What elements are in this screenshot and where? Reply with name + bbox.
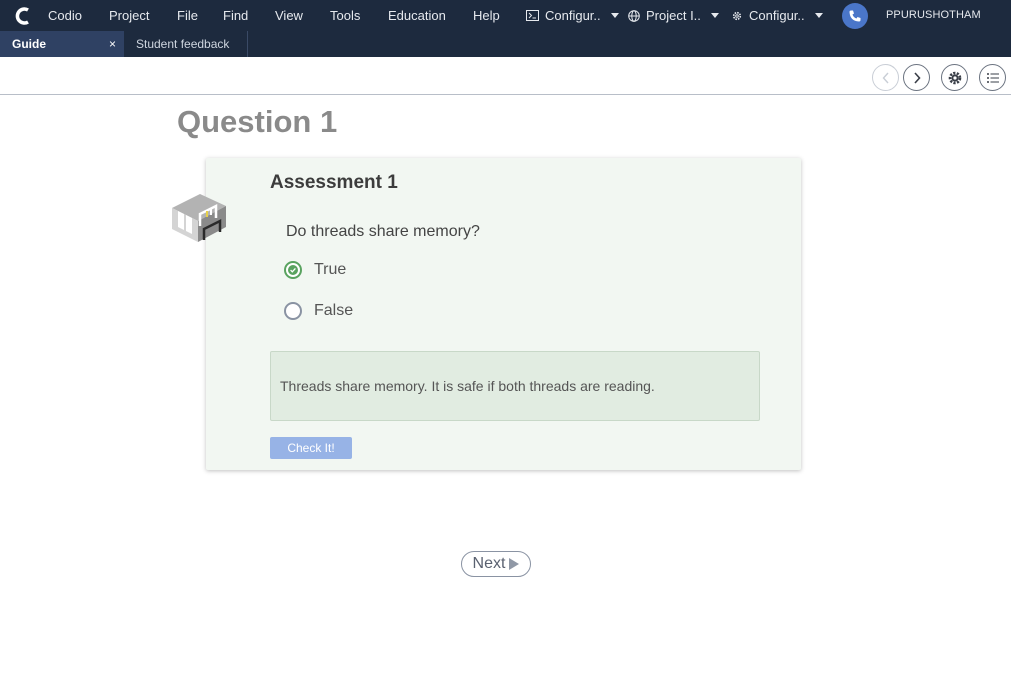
- menu-education[interactable]: Education: [388, 8, 446, 23]
- phone-icon: [849, 10, 861, 22]
- feedback-box: Threads share memory. It is safe if both…: [270, 351, 760, 421]
- menu-view[interactable]: View: [275, 8, 303, 23]
- option-true-label: True: [314, 261, 347, 278]
- chevron-right-icon: [913, 71, 921, 84]
- next-button-label: Next: [472, 555, 506, 572]
- guide-toolbar: [0, 57, 1011, 95]
- menu-project[interactable]: Project: [109, 8, 149, 23]
- menu-file[interactable]: File: [177, 8, 198, 23]
- option-false-label: False: [314, 302, 354, 319]
- radio-true[interactable]: [284, 261, 302, 279]
- chevron-down-icon: [710, 13, 719, 18]
- gear-icon: [732, 11, 742, 20]
- chevron-down-icon: [610, 13, 619, 18]
- terminal-icon: [526, 10, 539, 21]
- settings-dropdown[interactable]: Configur..: [731, 8, 823, 23]
- radio-false[interactable]: [284, 302, 302, 320]
- tab-student-feedback[interactable]: Student feedback: [124, 31, 248, 57]
- question-text: Do threads share memory?: [286, 223, 480, 240]
- next-page-button[interactable]: [903, 64, 930, 91]
- assessment-title: Assessment 1: [270, 172, 398, 193]
- settings-dropdown-label: Configur..: [749, 8, 805, 23]
- option-true[interactable]: True: [284, 261, 346, 279]
- tab-student-feedback-label: Student feedback: [136, 37, 230, 51]
- phone-call-button[interactable]: [842, 3, 868, 29]
- feedback-text: Threads share memory. It is safe if both…: [280, 378, 655, 394]
- globe-icon: [628, 9, 640, 22]
- assessment-illustration-icon: [172, 194, 226, 242]
- close-icon[interactable]: ×: [109, 31, 116, 57]
- next-button[interactable]: Next: [461, 551, 531, 577]
- table-of-contents-button[interactable]: [979, 64, 1006, 91]
- page-title: Question 1: [177, 104, 338, 139]
- guide-settings-button[interactable]: [941, 64, 968, 91]
- play-arrow-icon: [509, 558, 520, 570]
- chevron-left-icon: [882, 72, 889, 83]
- tab-guide[interactable]: Guide ×: [0, 31, 124, 57]
- menu-help[interactable]: Help: [473, 8, 500, 23]
- menu-tools[interactable]: Tools: [330, 8, 360, 23]
- menubar: Codio Project File Find View Tools Educa…: [0, 0, 1011, 31]
- project-index-dropdown[interactable]: Project I..: [628, 8, 719, 23]
- configure-dropdown[interactable]: Configur..: [526, 8, 619, 23]
- configure-dropdown-label: Configur..: [545, 8, 601, 23]
- gear-icon: [948, 71, 961, 84]
- tab-guide-label: Guide: [12, 37, 47, 51]
- previous-page-button[interactable]: [872, 64, 899, 91]
- project-index-dropdown-label: Project I..: [646, 8, 701, 23]
- username[interactable]: PPURUSHOTHAM: [886, 9, 981, 21]
- codio-logo-icon[interactable]: [14, 6, 34, 26]
- list-icon: [986, 72, 999, 83]
- check-it-button[interactable]: Check It!: [270, 437, 352, 459]
- menu-find[interactable]: Find: [223, 8, 248, 23]
- menu-codio[interactable]: Codio: [48, 8, 82, 23]
- check-icon: [288, 265, 298, 275]
- tab-bar: Guide × Student feedback: [0, 31, 1011, 57]
- option-false[interactable]: False: [284, 302, 353, 320]
- chevron-down-icon: [814, 13, 823, 18]
